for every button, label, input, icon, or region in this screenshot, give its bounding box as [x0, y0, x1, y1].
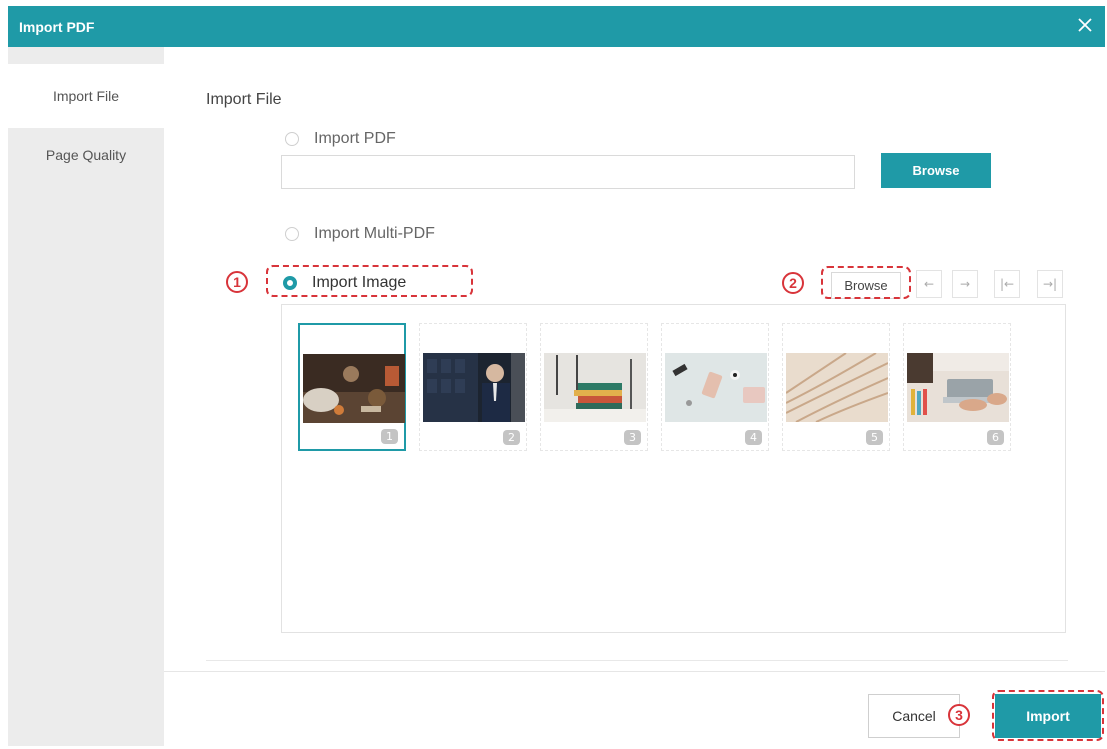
first-page-icon[interactable]: |←: [994, 270, 1020, 298]
arrow-right-icon[interactable]: →: [952, 270, 978, 298]
thumbnail-image: [544, 353, 646, 422]
arrow-left-icon[interactable]: ←: [916, 270, 942, 298]
thumbnail-number: 3: [624, 430, 641, 445]
content-divider: [206, 660, 1068, 661]
annotation-outline: [266, 265, 473, 297]
annotation-badge: 2: [782, 272, 804, 294]
thumbnail-number: 2: [503, 430, 520, 445]
import-multi-pdf-radio[interactable]: [285, 227, 299, 241]
thumbnail-number: 4: [745, 430, 762, 445]
close-icon[interactable]: [1074, 14, 1096, 36]
image-thumbnail[interactable]: 5: [782, 323, 890, 451]
image-thumbnail[interactable]: 1: [298, 323, 406, 451]
import-multi-pdf-option[interactable]: Import Multi-PDF: [285, 225, 435, 243]
thumbnail-image: [423, 353, 525, 422]
image-thumbnail[interactable]: 2: [419, 323, 527, 451]
sidebar-item-label: Import File: [52, 88, 120, 104]
sidebar: Import File Page Quality: [8, 47, 164, 746]
thumbnail-image: [786, 353, 888, 422]
annotation-outline: [992, 690, 1104, 741]
dialog-title: Import PDF: [19, 19, 95, 35]
last-page-icon[interactable]: →|: [1037, 270, 1063, 298]
footer-divider: [164, 671, 1105, 672]
thumbnail-number: 6: [987, 430, 1004, 445]
browse-pdf-button[interactable]: Browse: [881, 153, 991, 188]
import-pdf-dialog: Import PDF Import File Page Quality Impo…: [8, 6, 1105, 746]
image-thumbnail[interactable]: 4: [661, 323, 769, 451]
annotation-badge: 1: [226, 271, 248, 293]
cancel-button[interactable]: Cancel: [868, 694, 960, 738]
import-pdf-label: Import PDF: [314, 130, 396, 147]
section-title: Import File: [206, 91, 282, 108]
import-pdf-radio[interactable]: [285, 132, 299, 146]
thumbnail-image: [907, 353, 1009, 422]
sidebar-item-import-file[interactable]: Import File: [8, 64, 164, 128]
pdf-path-input[interactable]: [281, 155, 855, 189]
import-multi-pdf-label: Import Multi-PDF: [314, 225, 435, 242]
thumbnail-number: 1: [381, 429, 398, 444]
annotation-outline: [821, 266, 911, 299]
image-gallery: 1 2 3 4 5 6: [281, 304, 1066, 633]
image-thumbnail[interactable]: 3: [540, 323, 648, 451]
import-pdf-option[interactable]: Import PDF: [285, 130, 396, 148]
title-bar: Import PDF: [8, 6, 1105, 47]
thumbnail-number: 5: [866, 430, 883, 445]
sidebar-item-label: Page Quality: [45, 147, 127, 163]
annotation-badge: 3: [948, 704, 970, 726]
sidebar-item-page-quality[interactable]: Page Quality: [8, 123, 164, 187]
thumbnail-image: [665, 353, 767, 422]
image-thumbnail[interactable]: 6: [903, 323, 1011, 451]
thumbnail-image: [303, 354, 405, 423]
